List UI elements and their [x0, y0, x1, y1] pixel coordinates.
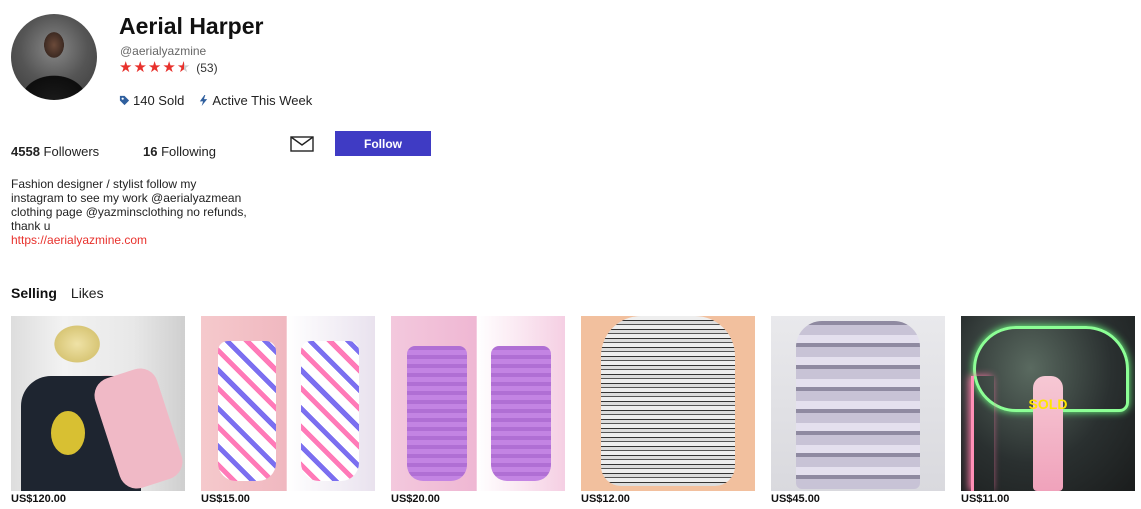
- product-price: US$120.00: [11, 493, 67, 505]
- following-label: Following: [161, 144, 217, 159]
- product-image[interactable]: [771, 316, 945, 491]
- bio-line: thank u: [11, 219, 51, 233]
- product-image[interactable]: [391, 316, 565, 491]
- review-count: (53): [196, 60, 218, 75]
- product-price: US$12.00: [581, 493, 630, 505]
- star-half-icon: ★: [176, 59, 191, 76]
- mail-icon[interactable]: [290, 136, 314, 152]
- product-price: US$15.00: [201, 493, 250, 505]
- product-card[interactable]: US$12.00: [581, 316, 755, 505]
- activity-stat: Active This Week: [198, 93, 312, 108]
- following-count: 16: [143, 144, 158, 159]
- product-price: US$11.00: [961, 493, 1010, 505]
- product-image[interactable]: [11, 316, 185, 491]
- sold-count: 140 Sold: [133, 93, 185, 108]
- product-price: US$45.00: [771, 493, 820, 505]
- tab-likes[interactable]: Likes: [71, 285, 104, 301]
- follow-button[interactable]: Follow: [335, 131, 431, 156]
- tag-icon: [119, 95, 130, 106]
- bio-line: instagram to see my work @aerialyazmean: [11, 191, 242, 205]
- followers-link[interactable]: 4558 Followers: [11, 144, 99, 159]
- star-icon: ★: [133, 59, 147, 76]
- bio-line: clothing page @yazminsclothing no refund…: [11, 205, 247, 219]
- sold-badge: SOLD: [1028, 396, 1068, 412]
- bio: Fashion designer / stylist follow my ins…: [11, 177, 296, 247]
- rating-stars: ★ ★ ★ ★ ★: [119, 60, 190, 75]
- product-card[interactable]: US$45.00: [771, 316, 945, 505]
- profile-stats: 140 Sold Active This Week: [119, 93, 326, 108]
- profile-name: Aerial Harper: [119, 13, 264, 39]
- profile-handle: @aerialyazmine: [120, 44, 207, 58]
- rating[interactable]: ★ ★ ★ ★ ★ (53): [119, 60, 218, 75]
- bio-link[interactable]: https://aerialyazmine.com: [11, 233, 296, 247]
- product-card[interactable]: US$15.00: [201, 316, 375, 505]
- avatar[interactable]: [11, 14, 97, 100]
- profile-tabs: Selling Likes: [11, 285, 104, 301]
- star-icon: ★: [162, 59, 176, 76]
- followers-count: 4558: [11, 144, 40, 159]
- tab-selling[interactable]: Selling: [11, 285, 57, 301]
- activity-status: Active This Week: [212, 93, 313, 108]
- sold-stat: 140 Sold: [119, 93, 184, 108]
- following-link[interactable]: 16 Following: [143, 144, 216, 159]
- star-icon: ★: [119, 59, 133, 76]
- product-image[interactable]: [201, 316, 375, 491]
- product-card[interactable]: SOLD US$11.00: [961, 316, 1135, 505]
- product-price: US$20.00: [391, 493, 440, 505]
- bio-line: Fashion designer / stylist follow my: [11, 177, 197, 191]
- followers-label: Followers: [43, 144, 100, 159]
- bolt-icon: [200, 95, 208, 106]
- star-icon: ★: [147, 59, 162, 76]
- product-image[interactable]: SOLD: [961, 316, 1135, 491]
- product-card[interactable]: US$120.00: [11, 316, 185, 505]
- product-grid: US$120.00 US$15.00 US$20.00 US$12.00 US$…: [11, 316, 1135, 505]
- product-image[interactable]: [581, 316, 755, 491]
- product-card[interactable]: US$20.00: [391, 316, 565, 505]
